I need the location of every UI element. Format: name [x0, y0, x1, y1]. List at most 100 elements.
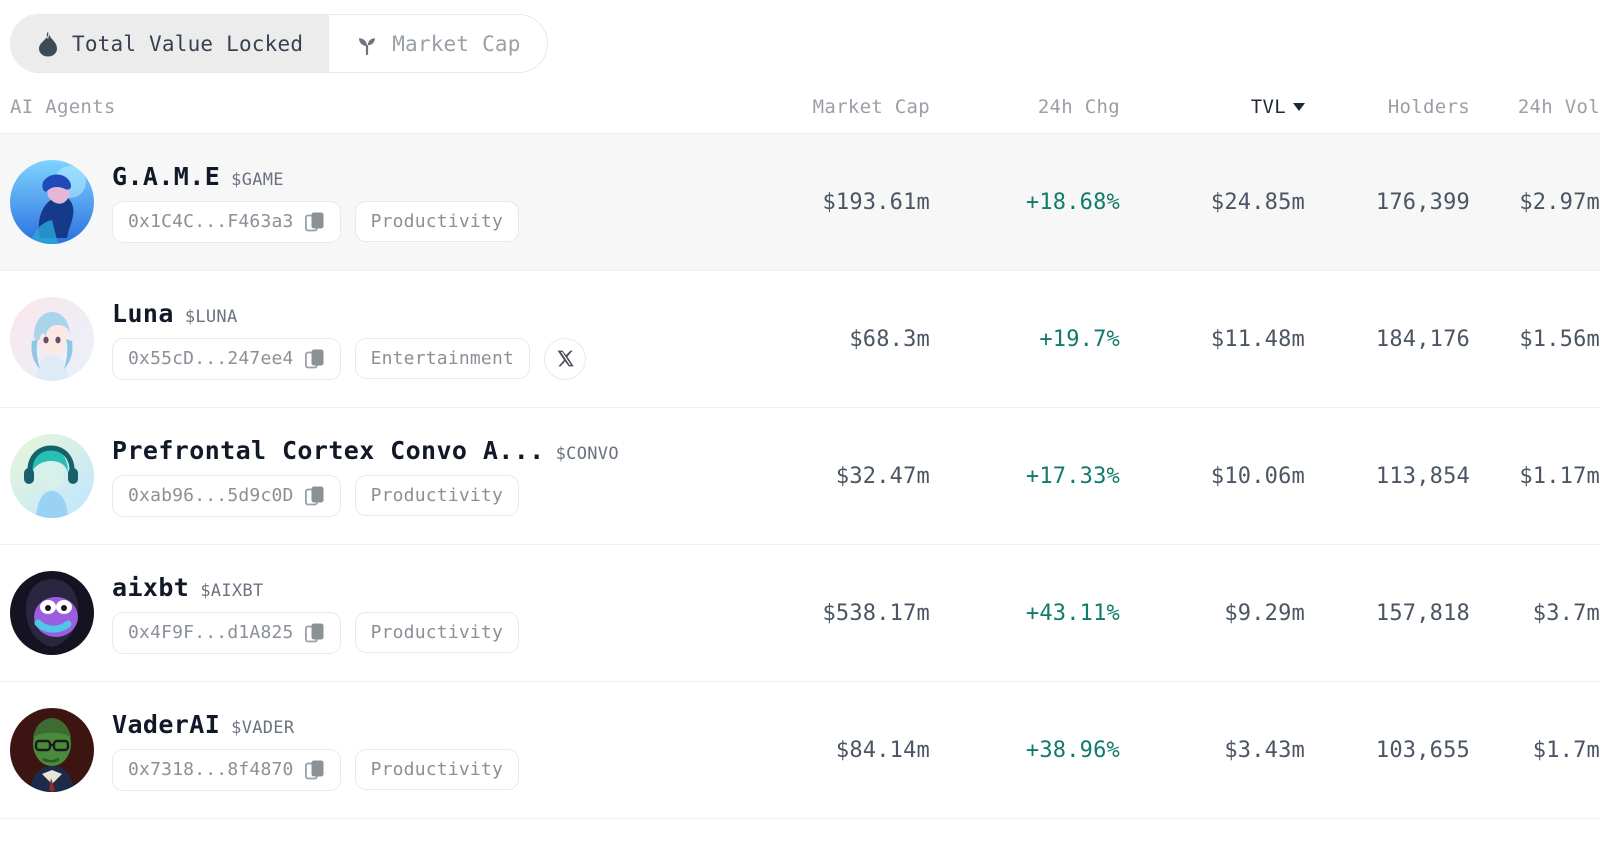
cell-holders: 113,854	[1375, 463, 1470, 489]
x-logo-icon	[557, 350, 574, 367]
cell-tvl: $24.85m	[1210, 189, 1305, 215]
table-row[interactable]: Prefrontal Cortex Convo A... $CONVO 0xab…	[0, 408, 1600, 545]
cell-holders: 176,399	[1375, 189, 1470, 215]
flame-icon	[37, 31, 59, 57]
agent-ticker: $AIXBT	[200, 580, 264, 601]
agent-chips: 0xab96...5d9c0D Productivity	[112, 474, 619, 517]
toggle-total-value-locked[interactable]: Total Value Locked	[11, 15, 330, 72]
category-tag: Productivity	[354, 612, 520, 653]
avatar	[10, 160, 94, 244]
agent-ticker: $LUNA	[184, 306, 238, 327]
table-row[interactable]: aixbt $AIXBT 0x4F9F...d1A825 Productivit…	[0, 545, 1600, 682]
agent-name: G.A.M.E	[112, 161, 221, 191]
cell-24h-vol: $1.17m	[1519, 463, 1600, 489]
copy-icon	[304, 212, 324, 231]
cell-24h-vol: $1.56m	[1519, 326, 1600, 352]
agent-chips: 0x4F9F...d1A825 Productivity	[112, 611, 520, 654]
agents-table: AI Agents Market Cap 24h Chg TVL Holders…	[0, 86, 1600, 819]
agent-address: 0x1C4C...F463a3	[128, 211, 294, 232]
table-row[interactable]: VaderAI $VADER 0x7318...8f4870 Productiv…	[0, 682, 1600, 819]
cell-tvl: $9.29m	[1224, 600, 1305, 626]
column-header-agents[interactable]: AI Agents	[0, 96, 740, 118]
agent-name-line: G.A.M.E $GAME	[112, 162, 519, 191]
agent-address: 0x7318...8f4870	[128, 759, 294, 780]
cell-tvl: $10.06m	[1210, 463, 1305, 489]
agent-cell: Prefrontal Cortex Convo A... $CONVO 0xab…	[0, 434, 740, 518]
category-tag: Productivity	[354, 201, 520, 242]
agent-name: Luna	[112, 298, 174, 328]
copy-address-chip[interactable]: 0xab96...5d9c0D	[112, 474, 341, 517]
agent-name: Prefrontal Cortex Convo A...	[112, 435, 545, 465]
cell-24h-vol: $2.97m	[1519, 189, 1600, 215]
column-header-holders[interactable]: Holders	[1305, 96, 1470, 118]
table-row[interactable]: Luna $LUNA 0x55cD...247ee4 Entertainment…	[0, 271, 1600, 408]
agent-name-line: aixbt $AIXBT	[112, 573, 519, 602]
copy-icon	[304, 760, 324, 779]
agent-meta: aixbt $AIXBT 0x4F9F...d1A825 Productivit…	[112, 573, 520, 654]
cell-24h-vol: $1.7m	[1532, 737, 1600, 763]
copy-icon	[304, 349, 324, 368]
chevron-down-icon	[1293, 102, 1305, 111]
cell-24h-chg: +19.7%	[1039, 326, 1120, 352]
table-row[interactable]: G.A.M.E $GAME 0x1C4C...F463a3 Productivi…	[0, 134, 1600, 271]
cell-24h-chg: +43.11%	[1025, 600, 1120, 626]
agent-name-line: VaderAI $VADER	[112, 710, 519, 739]
toggle-market-cap-label: Market Cap	[392, 31, 521, 56]
agent-meta: VaderAI $VADER 0x7318...8f4870 Productiv…	[112, 710, 520, 791]
agent-meta: Luna $LUNA 0x55cD...247ee4 Entertainment	[112, 299, 587, 380]
cell-24h-chg: +38.96%	[1025, 737, 1120, 763]
copy-address-chip[interactable]: 0x1C4C...F463a3	[112, 200, 341, 243]
avatar	[10, 571, 94, 655]
column-header-tvl[interactable]: TVL	[1120, 96, 1305, 118]
copy-icon	[304, 623, 324, 642]
agent-name: aixbt	[112, 572, 190, 602]
table-header-row: AI Agents Market Cap 24h Chg TVL Holders…	[0, 86, 1600, 134]
agent-chips: 0x1C4C...F463a3 Productivity	[112, 200, 520, 243]
copy-address-chip[interactable]: 0x7318...8f4870	[112, 748, 341, 791]
category-tag: Productivity	[354, 749, 520, 790]
agent-name: VaderAI	[112, 709, 221, 739]
cell-holders: 157,818	[1375, 600, 1470, 626]
agent-address: 0xab96...5d9c0D	[128, 485, 294, 506]
column-header-market-cap[interactable]: Market Cap	[740, 96, 930, 118]
avatar	[10, 708, 94, 792]
copy-icon	[304, 486, 324, 505]
agent-chips: 0x7318...8f4870 Productivity	[112, 748, 520, 791]
cell-24h-chg: +18.68%	[1025, 189, 1120, 215]
copy-address-chip[interactable]: 0x4F9F...d1A825	[112, 611, 341, 654]
agent-cell: VaderAI $VADER 0x7318...8f4870 Productiv…	[0, 708, 740, 792]
cell-market-cap: $68.3m	[849, 326, 930, 352]
copy-address-chip[interactable]: 0x55cD...247ee4	[112, 337, 341, 380]
toggle-tvl-label: Total Value Locked	[72, 31, 304, 56]
agent-cell: Luna $LUNA 0x55cD...247ee4 Entertainment	[0, 297, 740, 381]
cell-tvl: $11.48m	[1210, 326, 1305, 352]
cell-market-cap: $538.17m	[822, 600, 930, 626]
agent-address: 0x55cD...247ee4	[128, 348, 294, 369]
table-body: G.A.M.E $GAME 0x1C4C...F463a3 Productivi…	[0, 134, 1600, 819]
agent-meta: Prefrontal Cortex Convo A... $CONVO 0xab…	[112, 436, 619, 517]
metric-toggle: Total Value Locked Market Cap	[10, 14, 548, 73]
cell-24h-chg: +17.33%	[1025, 463, 1120, 489]
cell-market-cap: $84.14m	[835, 737, 930, 763]
avatar	[10, 297, 94, 381]
column-header-24h-chg[interactable]: 24h Chg	[930, 96, 1120, 118]
toggle-market-cap[interactable]: Market Cap	[329, 15, 547, 72]
agent-name-line: Luna $LUNA	[112, 299, 586, 328]
column-header-24h-vol[interactable]: 24h Vol	[1470, 96, 1600, 118]
column-header-tvl-label: TVL	[1250, 95, 1286, 118]
agent-name-line: Prefrontal Cortex Convo A... $CONVO	[112, 436, 619, 465]
sprout-icon	[355, 32, 379, 56]
category-tag: Entertainment	[354, 338, 531, 379]
agent-ticker: $CONVO	[555, 443, 619, 464]
agent-cell: aixbt $AIXBT 0x4F9F...d1A825 Productivit…	[0, 571, 740, 655]
agent-address: 0x4F9F...d1A825	[128, 622, 294, 643]
agent-ticker: $VADER	[231, 717, 295, 738]
cell-24h-vol: $3.7m	[1532, 600, 1600, 626]
agent-chips: 0x55cD...247ee4 Entertainment	[112, 337, 587, 380]
cell-holders: 103,655	[1375, 737, 1470, 763]
category-tag: Productivity	[354, 475, 520, 516]
agent-ticker: $GAME	[231, 169, 284, 190]
agent-meta: G.A.M.E $GAME 0x1C4C...F463a3 Productivi…	[112, 162, 520, 243]
agent-cell: G.A.M.E $GAME 0x1C4C...F463a3 Productivi…	[0, 160, 740, 244]
x-link-button[interactable]	[544, 337, 587, 380]
